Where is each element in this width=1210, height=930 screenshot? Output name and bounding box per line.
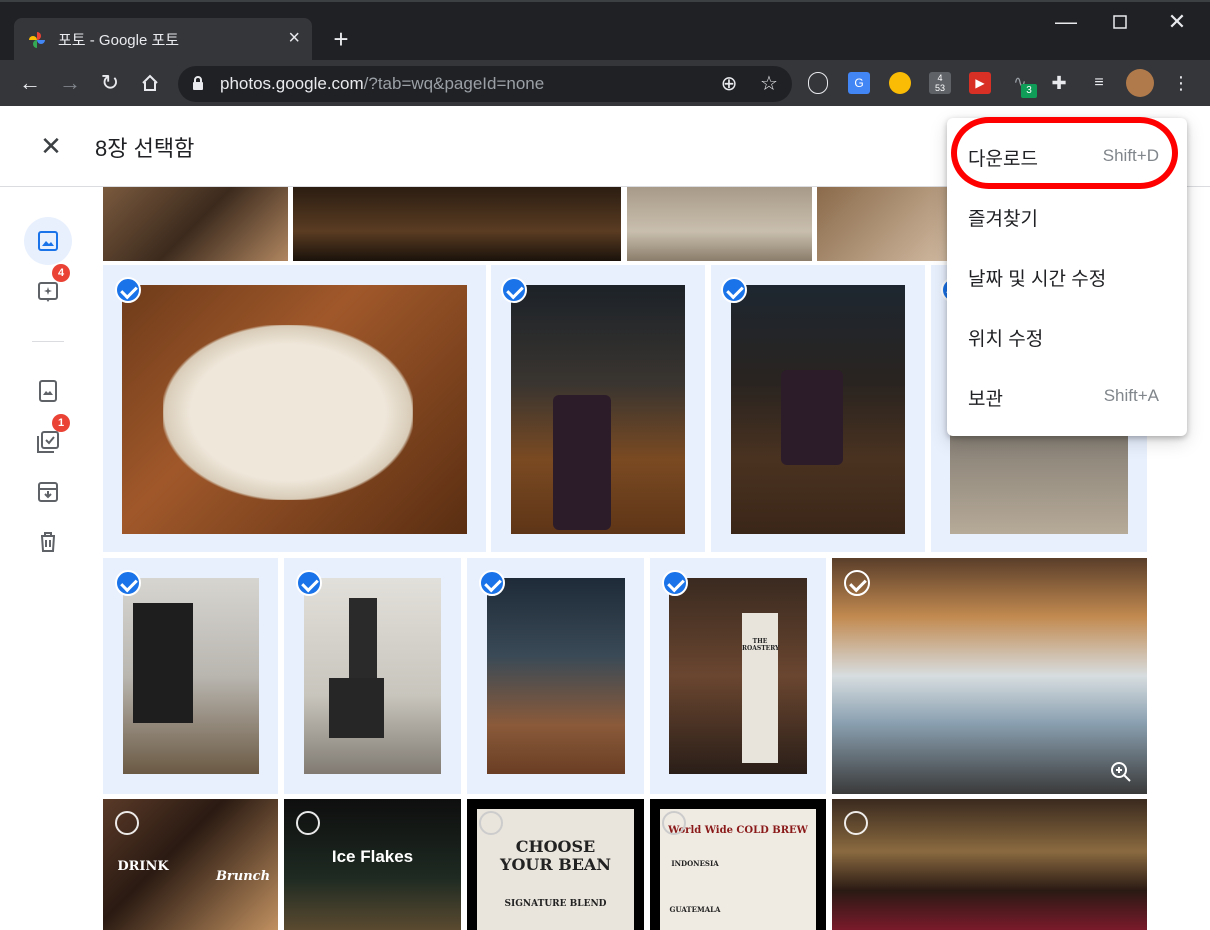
photo-tile[interactable] (832, 558, 1147, 794)
counter-extension-icon[interactable]: 4 53 (929, 72, 951, 94)
media-queue-icon[interactable]: ≡ (1088, 72, 1110, 94)
photo-tile[interactable] (627, 187, 812, 261)
zoom-in-icon[interactable] (1109, 760, 1133, 784)
address-bar[interactable]: photos.google.com/?tab=wq&pageId=none ⊕ … (178, 66, 792, 102)
photo-tile[interactable] (832, 799, 1147, 930)
assistant-icon (38, 282, 58, 302)
unselected-check-icon[interactable] (296, 811, 320, 835)
bookmark-star-icon[interactable]: ☆ (756, 71, 782, 97)
photo-tile[interactable]: DRINK Brunch (103, 799, 278, 930)
nav-albums[interactable] (24, 367, 72, 415)
back-icon[interactable]: ← (16, 69, 44, 97)
selected-check-icon[interactable] (501, 277, 527, 303)
tab-close-icon[interactable]: × (288, 27, 300, 50)
window-top-border (0, 0, 1210, 2)
browser-menu-icon[interactable]: ⋮ (1170, 72, 1192, 94)
selected-check-icon[interactable] (479, 570, 505, 596)
extension-count-badge: 3 (1021, 84, 1037, 98)
browser-tab[interactable]: 포토 - Google 포토 × (14, 18, 312, 60)
sharing-icon (37, 431, 59, 453)
photo-tile-selected[interactable]: THE ROASTERY (650, 558, 826, 794)
url-path: /?tab=wq&pageId=none (363, 74, 545, 93)
unselected-check-icon[interactable] (115, 811, 139, 835)
photo-icon (38, 231, 58, 251)
browser-chrome: 포토 - Google 포토 × + — ✕ ← → ↻ photos.goog… (0, 0, 1210, 106)
guatemala-text: GUATEMALA (669, 905, 721, 914)
menu-item-label: 위치 수정 (968, 329, 1044, 350)
ice-flakes-poster-text: Ice Flakes (331, 847, 414, 866)
rail-divider (32, 341, 64, 342)
add-icon[interactable]: ⊕ (716, 71, 742, 97)
nav-archive[interactable] (24, 468, 72, 516)
assistant-badge: 4 (52, 264, 70, 282)
photo-tile[interactable] (293, 187, 621, 261)
unselected-check-icon[interactable] (479, 811, 503, 835)
photo-tile[interactable]: Ice Flakes (284, 799, 461, 930)
nav-sharing[interactable]: 1 (24, 414, 72, 466)
menu-item-archive[interactable]: 보관 Shift+A (947, 366, 1187, 426)
menu-item-edit-date-time[interactable]: 날짜 및 시간 수정 (947, 246, 1187, 306)
close-window-icon[interactable]: ✕ (1163, 8, 1191, 36)
menu-item-shortcut: Shift+A (1103, 386, 1159, 405)
lock-icon (193, 76, 203, 90)
unselected-check-icon[interactable] (844, 811, 868, 835)
photo-tile-selected[interactable] (103, 265, 486, 552)
url-text: photos.google.com/?tab=wq&pageId=none (220, 74, 544, 94)
selected-check-icon[interactable] (115, 277, 141, 303)
menu-item-label: 즐겨찾기 (968, 209, 1038, 230)
photo-tile[interactable]: World Wide COLD BREW INDONESIA GUATEMALA (650, 799, 826, 930)
tab-title: 포토 - Google 포토 (58, 32, 180, 49)
lightbulb-extension-icon[interactable] (808, 72, 828, 94)
sharing-badge: 1 (52, 414, 70, 432)
photo-tile-selected[interactable] (467, 558, 644, 794)
drink-poster-text: DRINK (117, 859, 169, 874)
maximize-icon[interactable] (1106, 8, 1134, 36)
nav-photos[interactable] (24, 217, 72, 265)
photo-tile[interactable]: CHOOSE YOUR BEAN SIGNATURE BLEND (467, 799, 644, 930)
forward-icon[interactable]: → (56, 69, 84, 97)
chrome-extension-icon[interactable] (889, 72, 911, 94)
translate-extension-icon[interactable]: G (848, 72, 870, 94)
your-bean-poster-text: YOUR BEAN (500, 855, 611, 874)
album-icon (39, 380, 57, 402)
photo-tile-selected[interactable] (491, 265, 705, 552)
menu-item-edit-location[interactable]: 위치 수정 (947, 306, 1187, 366)
browser-toolbar: ← → ↻ photos.google.com/?tab=wq&pageId=n… (0, 60, 1210, 106)
red-extension-icon[interactable]: ▶ (969, 72, 991, 94)
unselected-check-icon[interactable] (662, 811, 686, 835)
selected-check-icon[interactable] (721, 277, 747, 303)
photo-tile-selected[interactable] (284, 558, 461, 794)
reload-icon[interactable]: ↻ (96, 69, 124, 97)
signature-blend-text: SIGNATURE BLEND (504, 899, 607, 909)
photo-tile[interactable] (103, 187, 288, 261)
google-photos-favicon-icon (29, 32, 45, 48)
roastery-banner-text: THE ROASTERY (742, 638, 780, 652)
menu-item-label: 날짜 및 시간 수정 (968, 269, 1107, 290)
indonesia-text: INDONESIA (671, 859, 719, 868)
minimize-icon[interactable]: — (1052, 8, 1080, 36)
close-selection-icon[interactable]: ✕ (38, 131, 64, 161)
hover-check-icon[interactable] (844, 570, 870, 596)
brunch-poster-text: Brunch (215, 869, 271, 884)
photo-tile-selected[interactable] (103, 558, 278, 794)
photo-tile[interactable] (817, 187, 947, 261)
trash-icon (41, 532, 55, 552)
nav-assistant[interactable]: 4 (24, 264, 72, 316)
archive-icon (38, 482, 58, 502)
selected-check-icon[interactable] (662, 570, 688, 596)
url-host: photos.google.com (220, 74, 364, 93)
menu-item-favorite[interactable]: 즐겨찾기 (947, 186, 1187, 246)
annotation-highlight-circle (951, 117, 1178, 189)
selection-count: 8장 선택함 (95, 136, 195, 161)
home-icon[interactable] (136, 69, 164, 97)
menu-item-label: 보관 (968, 389, 1003, 410)
profile-avatar[interactable] (1126, 69, 1154, 97)
nav-trash[interactable] (24, 518, 72, 566)
photo-tile-selected[interactable] (711, 265, 925, 552)
puzzle-extensions-icon[interactable]: ✚ (1048, 72, 1070, 94)
selected-check-icon[interactable] (115, 570, 141, 596)
new-tab-button[interactable]: + (328, 24, 354, 54)
selected-check-icon[interactable] (296, 570, 322, 596)
choose-poster-text: CHOOSE (515, 837, 596, 856)
